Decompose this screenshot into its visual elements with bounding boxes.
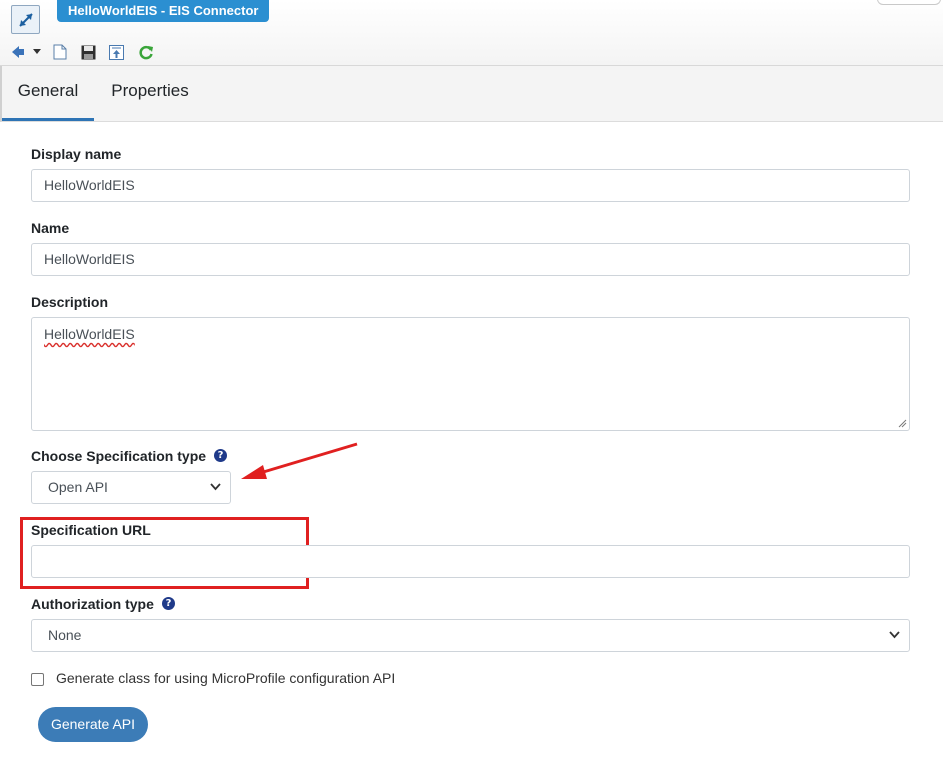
back-dropdown-icon[interactable] [10, 44, 26, 60]
annotation-arrow [241, 442, 358, 479]
spec-url-label: Specification URL [31, 522, 151, 538]
export-icon[interactable] [108, 44, 124, 60]
connector-arrow-icon [11, 5, 40, 34]
help-icon[interactable]: ? [162, 597, 175, 610]
microprofile-checkbox[interactable] [31, 673, 44, 686]
spec-type-label: Choose Specification type [31, 448, 207, 464]
spec-type-selected: Open API [48, 479, 108, 495]
tab-properties[interactable]: Properties [102, 66, 198, 121]
generate-api-button[interactable]: Generate API [38, 707, 148, 742]
auth-type-label: Authorization type [31, 596, 154, 612]
save-icon[interactable] [80, 44, 96, 60]
auth-type-selected: None [48, 627, 82, 643]
resize-grip-icon[interactable] [898, 419, 907, 428]
spec-type-select[interactable]: Open API [31, 471, 231, 504]
description-label: Description [31, 294, 109, 310]
name-label: Name [31, 220, 70, 236]
spec-url-input[interactable] [31, 545, 910, 578]
display-name-input[interactable]: HelloWorldEIS [31, 169, 910, 202]
refresh-icon[interactable] [138, 44, 154, 60]
tab-bar: General Properties [0, 66, 943, 122]
name-input[interactable]: HelloWorldEIS [31, 243, 910, 276]
description-text: HelloWorldEIS [44, 326, 135, 342]
corner-control[interactable] [877, 0, 941, 5]
tab-general[interactable]: General [2, 66, 94, 121]
display-name-label: Display name [31, 146, 122, 162]
new-file-icon[interactable] [52, 44, 68, 60]
window-title: HelloWorldEIS - EIS Connector [57, 0, 270, 22]
microprofile-label: Generate class for using MicroProfile co… [56, 670, 396, 686]
description-textarea[interactable]: HelloWorldEIS [31, 317, 910, 431]
chevron-down-icon[interactable] [32, 44, 42, 60]
help-icon[interactable]: ? [214, 449, 227, 462]
chevron-down-icon [889, 631, 900, 639]
chevron-down-icon [210, 483, 221, 491]
window-header: HelloWorldEIS - EIS Connector [0, 0, 943, 66]
auth-type-select[interactable]: None [31, 619, 910, 652]
